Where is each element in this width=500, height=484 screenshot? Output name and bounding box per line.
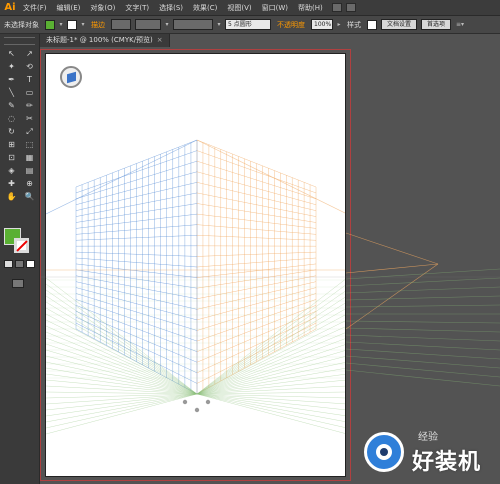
watermark-text: 好装机 <box>412 450 482 475</box>
watermark-logo <box>364 432 404 472</box>
fill-dropdown-icon[interactable]: ▾ <box>57 20 65 30</box>
arrange-icon[interactable] <box>345 3 356 12</box>
tools-panel: ↖ ↗ ✦ ⟲ ✒ T ╲ ▭ ✎ ✏ ◌ ✂ ↻ ⤢ ⊞ ⬚ ⊡ ▦ ◈ ▤ … <box>0 34 40 484</box>
illustrator-window: Ai 文件(F) 编辑(E) 对象(O) 文字(T) 选择(S) 效果(C) 视… <box>0 0 500 484</box>
stroke-color-swatch[interactable] <box>14 238 29 253</box>
document-tab-title: 未标题-1* @ 100% (CMYK/预览) <box>46 36 153 44</box>
blob-brush-tool-icon[interactable]: ◌ <box>3 113 20 125</box>
fill-swatch[interactable] <box>45 19 55 30</box>
extension-line <box>345 263 439 274</box>
menu-effect[interactable]: 效果(C) <box>188 3 222 13</box>
document-setup-button[interactable]: 文档设置 <box>381 19 418 30</box>
extension-line <box>345 341 500 351</box>
menu-select[interactable]: 选择(S) <box>154 3 188 13</box>
line-tool-icon[interactable]: ╲ <box>3 87 20 99</box>
slice-tool-icon[interactable]: ⊕ <box>21 178 38 190</box>
pen-tool-icon[interactable]: ✒ <box>3 74 20 86</box>
width-dropdown-icon[interactable]: ▾ <box>163 20 171 30</box>
menu-view[interactable]: 视图(V) <box>222 3 256 13</box>
variable-width-field[interactable] <box>135 19 161 30</box>
document-tab[interactable]: 未标题-1* @ 100% (CMYK/预览) × <box>40 34 170 47</box>
tool-grid: ↖ ↗ ✦ ⟲ ✒ T ╲ ▭ ✎ ✏ ◌ ✂ ↻ ⤢ ⊞ ⬚ ⊡ ▦ ◈ ▤ … <box>0 48 39 203</box>
panel-grip[interactable] <box>4 37 35 45</box>
panel-menu-icon[interactable]: ≡▾ <box>453 20 467 30</box>
extension-line <box>345 369 500 387</box>
style-swatch[interactable] <box>367 19 377 30</box>
extension-line <box>345 334 500 342</box>
menu-file[interactable]: 文件(F) <box>18 3 52 13</box>
brush-dropdown-icon[interactable]: ▾ <box>215 20 223 30</box>
watermark-small-text: 经验 <box>418 432 438 443</box>
extension-line <box>345 277 500 287</box>
canvas-area[interactable] <box>40 47 500 484</box>
perspective-grid-tool-icon[interactable]: ⊡ <box>3 152 20 164</box>
extension-line <box>345 320 500 324</box>
selection-status: 未选择对象 <box>4 20 39 29</box>
opacity-field[interactable]: 100% <box>311 19 333 30</box>
free-transform-tool-icon[interactable]: ⊞ <box>3 139 20 151</box>
color-mode-button[interactable] <box>4 260 13 268</box>
rotate-tool-icon[interactable]: ↻ <box>3 126 20 138</box>
graph-tool-icon[interactable]: ▤ <box>21 165 38 177</box>
artboard-tool-icon[interactable]: ✚ <box>3 178 20 190</box>
paintbrush-tool-icon[interactable]: ✎ <box>3 100 20 112</box>
menu-edit[interactable]: 编辑(E) <box>52 3 86 13</box>
eraser-tool-icon[interactable]: ✂ <box>21 113 38 125</box>
watermark: 经验 好装机 <box>360 426 500 484</box>
control-bar: 未选择对象 ▾ ▾ 描边 ▾ ▾ 5 点圆形 不透明度 100% ▸ 样式 文档… <box>0 16 500 34</box>
opacity-dropdown-icon[interactable]: ▸ <box>335 20 343 30</box>
menu-help[interactable]: 帮助(H) <box>293 3 328 13</box>
gradient-mode-button[interactable] <box>15 260 24 268</box>
stroke-label[interactable]: 描边 <box>87 20 109 30</box>
color-mode-row <box>4 260 35 268</box>
shape-builder-tool-icon[interactable]: ⬚ <box>21 139 38 151</box>
stroke-dropdown-icon[interactable]: ▾ <box>79 20 87 30</box>
style-label: 样式 <box>347 20 361 29</box>
document-tab-row: 未标题-1* @ 100% (CMYK/预览) × <box>40 34 500 47</box>
none-mode-button[interactable] <box>26 260 35 268</box>
hand-tool-icon[interactable]: ✋ <box>3 191 20 203</box>
magic-wand-tool-icon[interactable]: ✦ <box>3 61 20 73</box>
menu-window[interactable]: 窗口(W) <box>257 3 293 13</box>
scale-tool-icon[interactable]: ⤢ <box>21 126 38 138</box>
stroke-weight-field[interactable] <box>111 19 131 30</box>
menu-bar: Ai 文件(F) 编辑(E) 对象(O) 文字(T) 选择(S) 效果(C) 视… <box>0 0 500 16</box>
extension-line <box>345 295 500 301</box>
brush-value[interactable]: 5 点圆形 <box>225 19 271 30</box>
zoom-tool-icon[interactable]: 🔍 <box>21 191 38 203</box>
lasso-tool-icon[interactable]: ⟲ <box>21 61 38 73</box>
screen-mode-button[interactable] <box>12 279 24 288</box>
selection-tool-icon[interactable]: ↖ <box>3 48 20 60</box>
opacity-label[interactable]: 不透明度 <box>273 20 309 30</box>
close-tab-icon[interactable]: × <box>157 36 163 44</box>
ai-logo: Ai <box>4 1 16 13</box>
type-tool-icon[interactable]: T <box>21 74 38 86</box>
extension-line <box>345 286 500 294</box>
menu-type[interactable]: 文字(T) <box>120 3 154 13</box>
rectangle-tool-icon[interactable]: ▭ <box>21 87 38 99</box>
bridge-icon[interactable] <box>331 3 342 12</box>
brush-definition-field[interactable] <box>173 19 213 30</box>
eye-icon <box>376 444 392 460</box>
menu-object[interactable]: 对象(O) <box>85 3 120 13</box>
extension-line <box>345 304 500 308</box>
pencil-tool-icon[interactable]: ✏ <box>21 100 38 112</box>
extension-line <box>345 362 500 378</box>
extension-line <box>345 327 500 333</box>
preferences-button[interactable]: 首选项 <box>421 19 452 30</box>
direct-selection-tool-icon[interactable]: ↗ <box>21 48 38 60</box>
extension-line <box>345 232 439 265</box>
mesh-tool-icon[interactable]: ▦ <box>21 152 38 164</box>
stroke-swatch[interactable] <box>67 19 77 30</box>
gradient-tool-icon[interactable]: ◈ <box>3 165 20 177</box>
grid-extension <box>40 232 500 387</box>
